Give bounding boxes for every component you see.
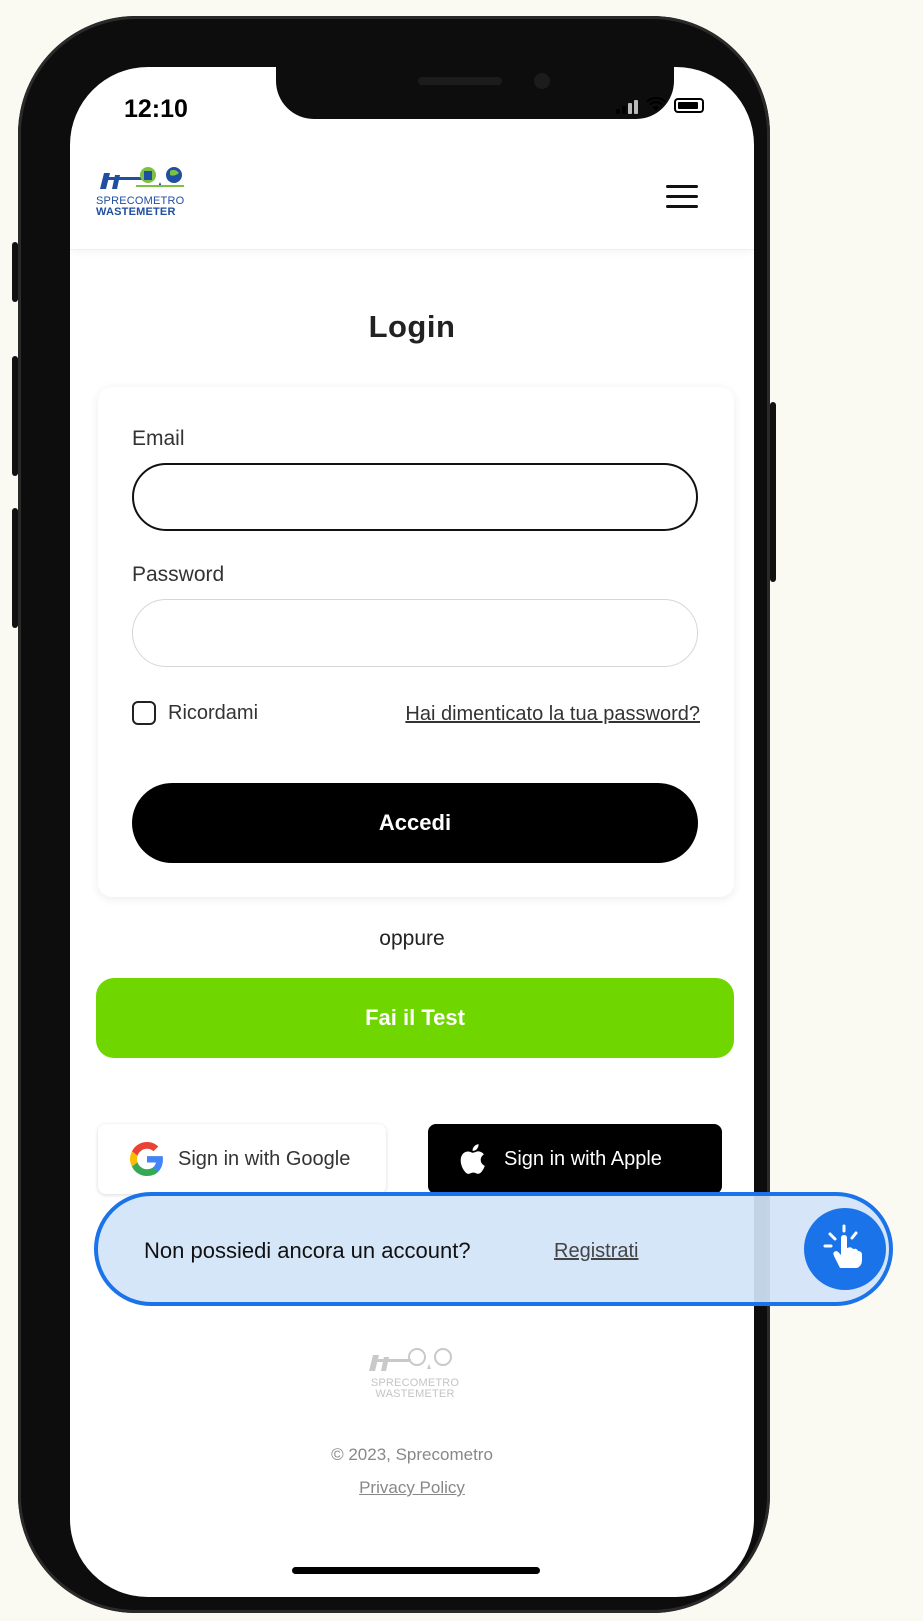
apple-icon — [460, 1144, 485, 1174]
phone-screen: 12:10 SPRECOMETRO WASTEMETER Login Email… — [70, 67, 754, 1597]
notch — [276, 67, 674, 119]
privacy-policy-link[interactable]: Privacy Policy — [359, 1478, 465, 1497]
site-header: SPRECOMETRO WASTEMETER — [70, 145, 754, 250]
forgot-password-link[interactable]: Hai dimenticato la tua password? — [405, 703, 700, 726]
mute-switch — [12, 242, 18, 302]
password-label: Password — [132, 563, 225, 586]
power-button — [770, 402, 776, 582]
copyright-text: © 2023, Sprecometro — [331, 1445, 493, 1464]
hamburger-menu-icon[interactable] — [666, 185, 698, 209]
status-icons — [616, 96, 704, 114]
battery-icon — [674, 98, 704, 113]
footer-logo-graphic-icon — [369, 1348, 452, 1371]
footer-logo-line2: WASTEMETER — [375, 1388, 455, 1400]
tap-gesture-icon — [804, 1208, 886, 1290]
register-link[interactable]: Registrati — [554, 1240, 638, 1263]
email-field[interactable] — [132, 463, 698, 531]
remember-label: Ricordami — [168, 701, 259, 724]
take-test-button[interactable]: Fai il Test — [96, 978, 734, 1058]
login-button[interactable]: Accedi — [132, 783, 698, 863]
footer-logo: SPRECOMETRO WASTEMETER — [360, 1347, 470, 1400]
remember-checkbox[interactable] — [132, 701, 156, 725]
register-highlight-banner: Non possiedi ancora un account? Registra… — [94, 1192, 893, 1306]
phone-frame: 12:10 SPRECOMETRO WASTEMETER Login Email… — [12, 16, 776, 1613]
google-icon — [130, 1142, 163, 1176]
apple-signin-label: Sign in with Apple — [504, 1147, 662, 1170]
separator-text: oppure — [379, 927, 445, 950]
google-signin-label: Sign in with Google — [178, 1147, 351, 1170]
password-field[interactable] — [132, 599, 698, 667]
google-signin-button[interactable]: Sign in with Google — [98, 1124, 386, 1194]
wifi-icon — [646, 96, 666, 114]
apple-signin-button[interactable]: Sign in with Apple — [428, 1124, 722, 1194]
status-time: 12:10 — [124, 95, 188, 123]
home-indicator — [292, 1567, 540, 1574]
remember-me[interactable]: Ricordami — [132, 701, 258, 725]
login-card: Email Password Ricordami Hai dimenticato… — [98, 387, 734, 897]
volume-down-button — [12, 508, 18, 628]
email-label: Email — [132, 427, 185, 450]
sprecometro-logo[interactable]: SPRECOMETRO WASTEMETER — [96, 165, 206, 218]
speaker — [418, 77, 502, 85]
logo-graphic-icon — [100, 167, 184, 189]
volume-up-button — [12, 356, 18, 476]
cellular-signal-icon — [616, 98, 638, 114]
register-question: Non possiedi ancora un account? — [144, 1238, 471, 1263]
front-camera — [534, 73, 550, 89]
page-title: Login — [368, 309, 456, 344]
privacy-wrapper: Privacy Policy — [70, 1478, 754, 1498]
logo-text-line2: WASTEMETER — [96, 206, 176, 218]
